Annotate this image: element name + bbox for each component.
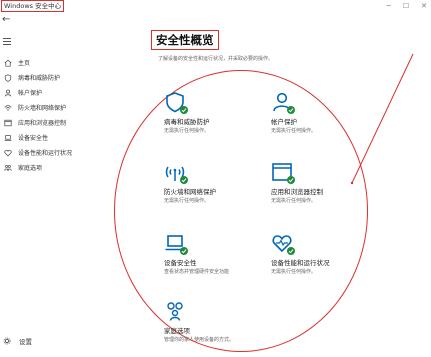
tile-name: 应用和浏览器控制 [271,188,323,196]
checkmark-icon [180,247,188,255]
family-icon [164,300,186,322]
checkmark-icon [287,176,295,184]
checkmark-icon [180,176,188,184]
tile-name: 设备性能和运行状况 [271,259,330,267]
tile-status: 无需执行任何操作。 [164,198,210,204]
tile-device-performance[interactable]: 设备性能和运行状况 无需执行任何操作。 [271,232,391,275]
heart-icon [271,232,295,255]
app-browser-icon [271,161,295,184]
tile-status: 管理你的家人使用设备的方式。 [164,337,235,343]
tile-name: 家庭选项 [164,327,190,335]
tile-status: 无需执行任何操作。 [271,198,317,204]
tile-device-security[interactable]: 设备安全性 查看状态并管理硬件安全功能 [164,232,284,275]
shield-icon [164,91,188,114]
tile-status: 无需执行任何操作。 [271,269,317,275]
tile-firewall[interactable]: 防火墙和网络保护 无需执行任何操作。 [164,161,284,204]
tile-status: 无需执行任何操作。 [271,128,317,134]
laptop-icon [164,232,188,255]
tile-name: 帐户保护 [271,118,297,126]
checkmark-icon [287,106,295,114]
tile-status: 查看状态并管理硬件安全功能 [164,269,230,275]
tile-family-options[interactable]: 家庭选项 管理你的家人使用设备的方式。 [164,300,284,343]
tile-virus-protection[interactable]: 病毒和威胁防护 无需执行任何操作。 [164,91,284,134]
checkmark-icon [180,106,188,114]
tile-name: 病毒和威胁防护 [164,118,210,126]
tile-app-browser-control[interactable]: 应用和浏览器控制 无需执行任何操作。 [271,161,391,204]
person-icon [271,91,295,114]
tile-name: 设备安全性 [164,259,197,267]
tile-status: 无需执行任何操作。 [164,128,210,134]
tile-name: 防火墙和网络保护 [164,188,216,196]
checkmark-icon [287,247,295,255]
tile-account-protection[interactable]: 帐户保护 无需执行任何操作。 [271,91,391,134]
wifi-icon [164,161,188,184]
